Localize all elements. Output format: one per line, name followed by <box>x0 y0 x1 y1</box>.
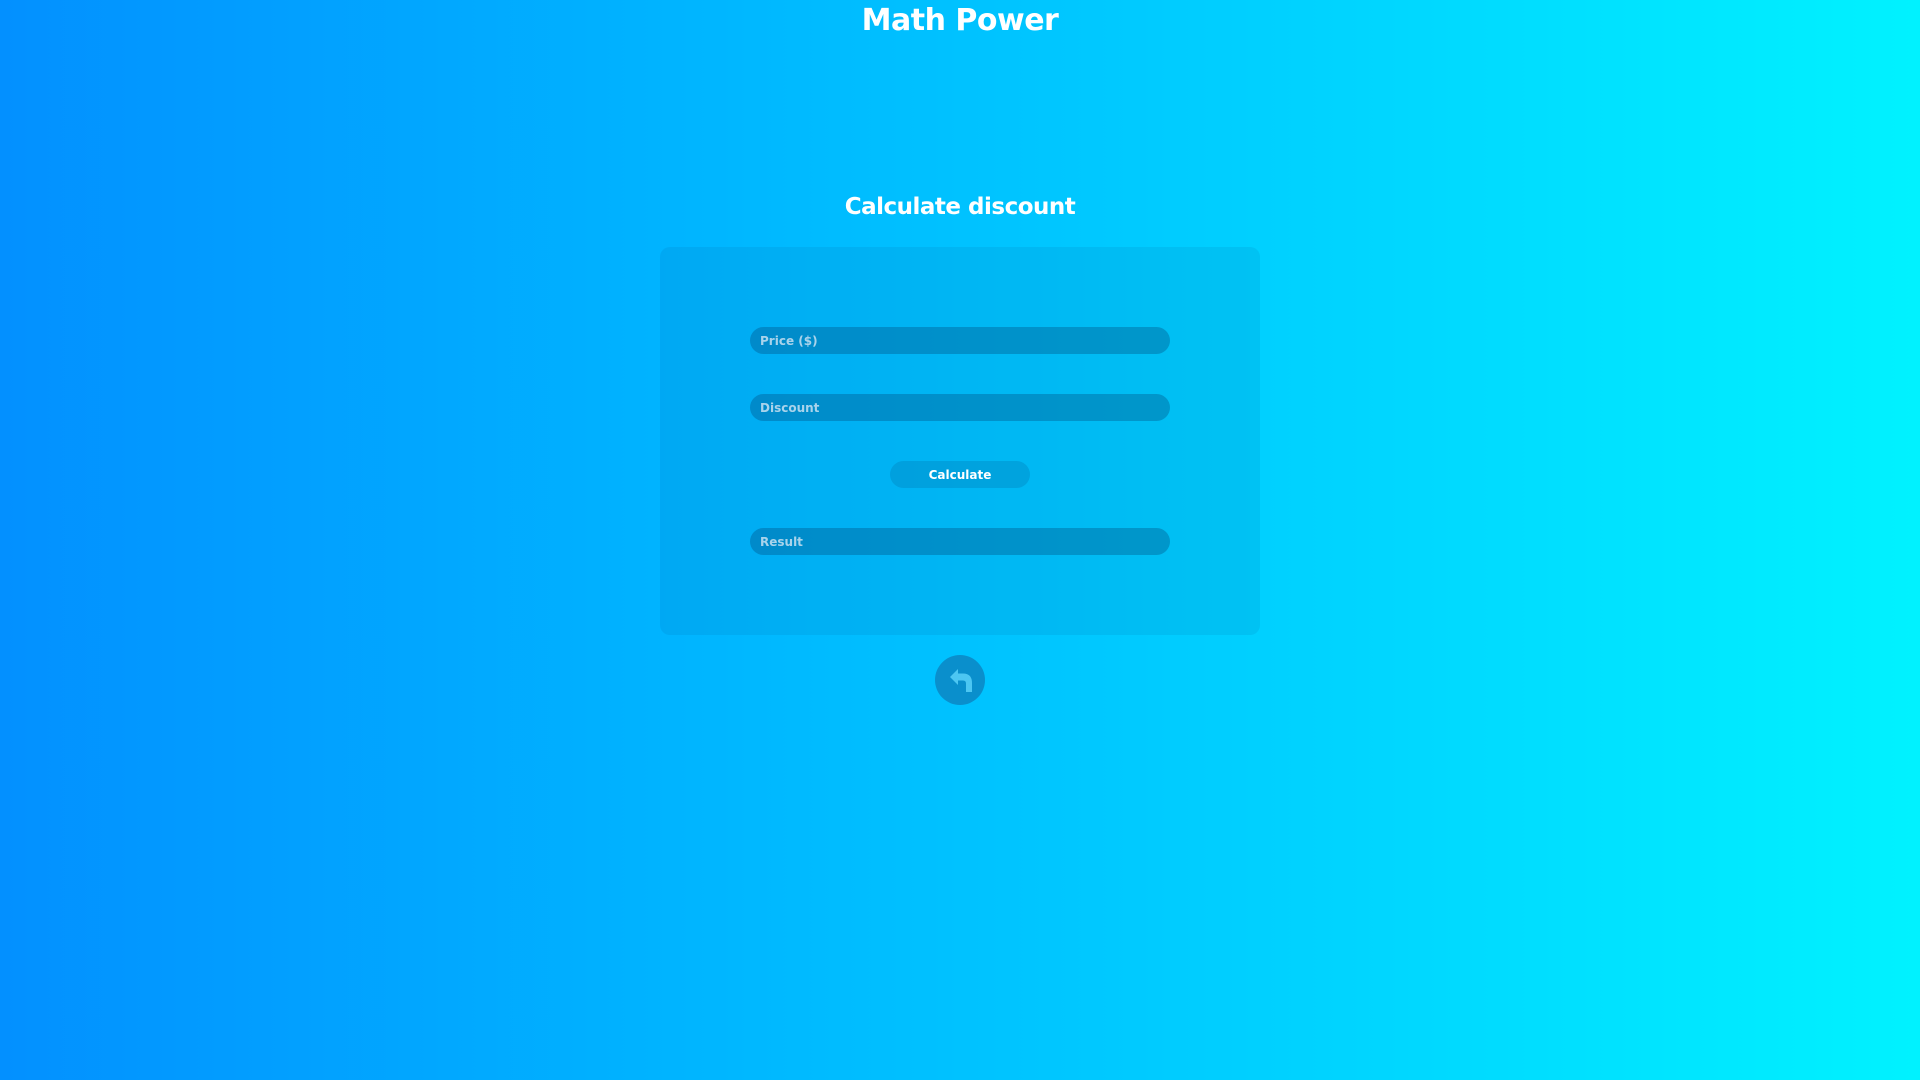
discount-form-panel: Calculate <box>660 247 1260 635</box>
back-arrow-icon <box>941 661 979 699</box>
page-heading: Calculate discount <box>844 194 1076 220</box>
discount-input[interactable] <box>760 394 1160 421</box>
price-field[interactable] <box>750 327 1170 354</box>
app-title: Math Power <box>861 3 1059 38</box>
back-button[interactable] <box>935 655 985 705</box>
discount-field[interactable] <box>750 394 1170 421</box>
result-field[interactable] <box>750 528 1170 555</box>
calculate-button[interactable]: Calculate <box>890 461 1030 488</box>
result-input[interactable] <box>760 528 1160 555</box>
price-input[interactable] <box>760 327 1160 354</box>
